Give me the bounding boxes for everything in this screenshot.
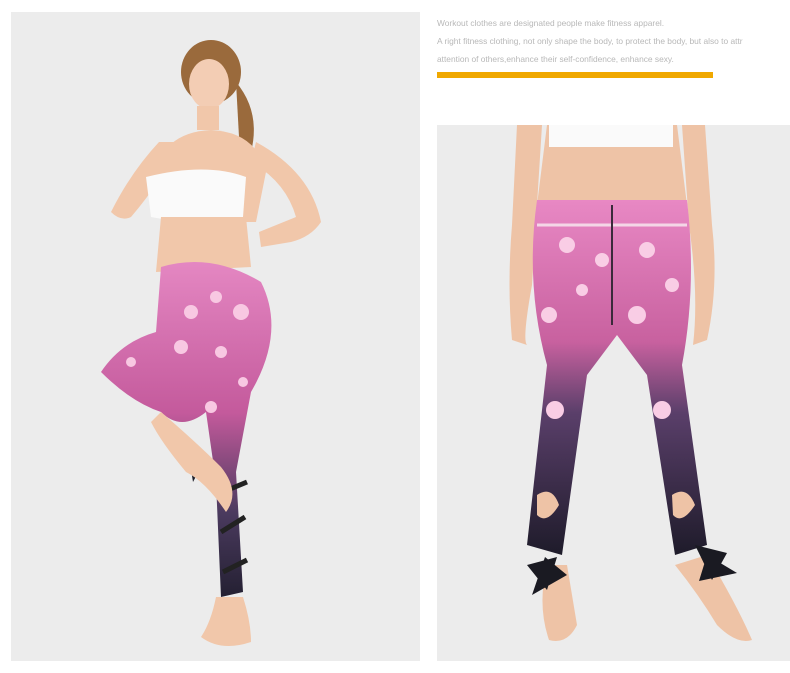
product-description: Workout clothes are designated people ma… [437, 14, 790, 68]
accent-divider [437, 72, 713, 78]
model-photo-right [437, 125, 790, 661]
description-line-2: A right fitness clothing, not only shape… [437, 36, 743, 46]
description-line-3: attention of others,enhance their self-c… [437, 54, 674, 64]
description-line-1: Workout clothes are designated people ma… [437, 18, 665, 28]
model-photo-left [11, 12, 420, 661]
